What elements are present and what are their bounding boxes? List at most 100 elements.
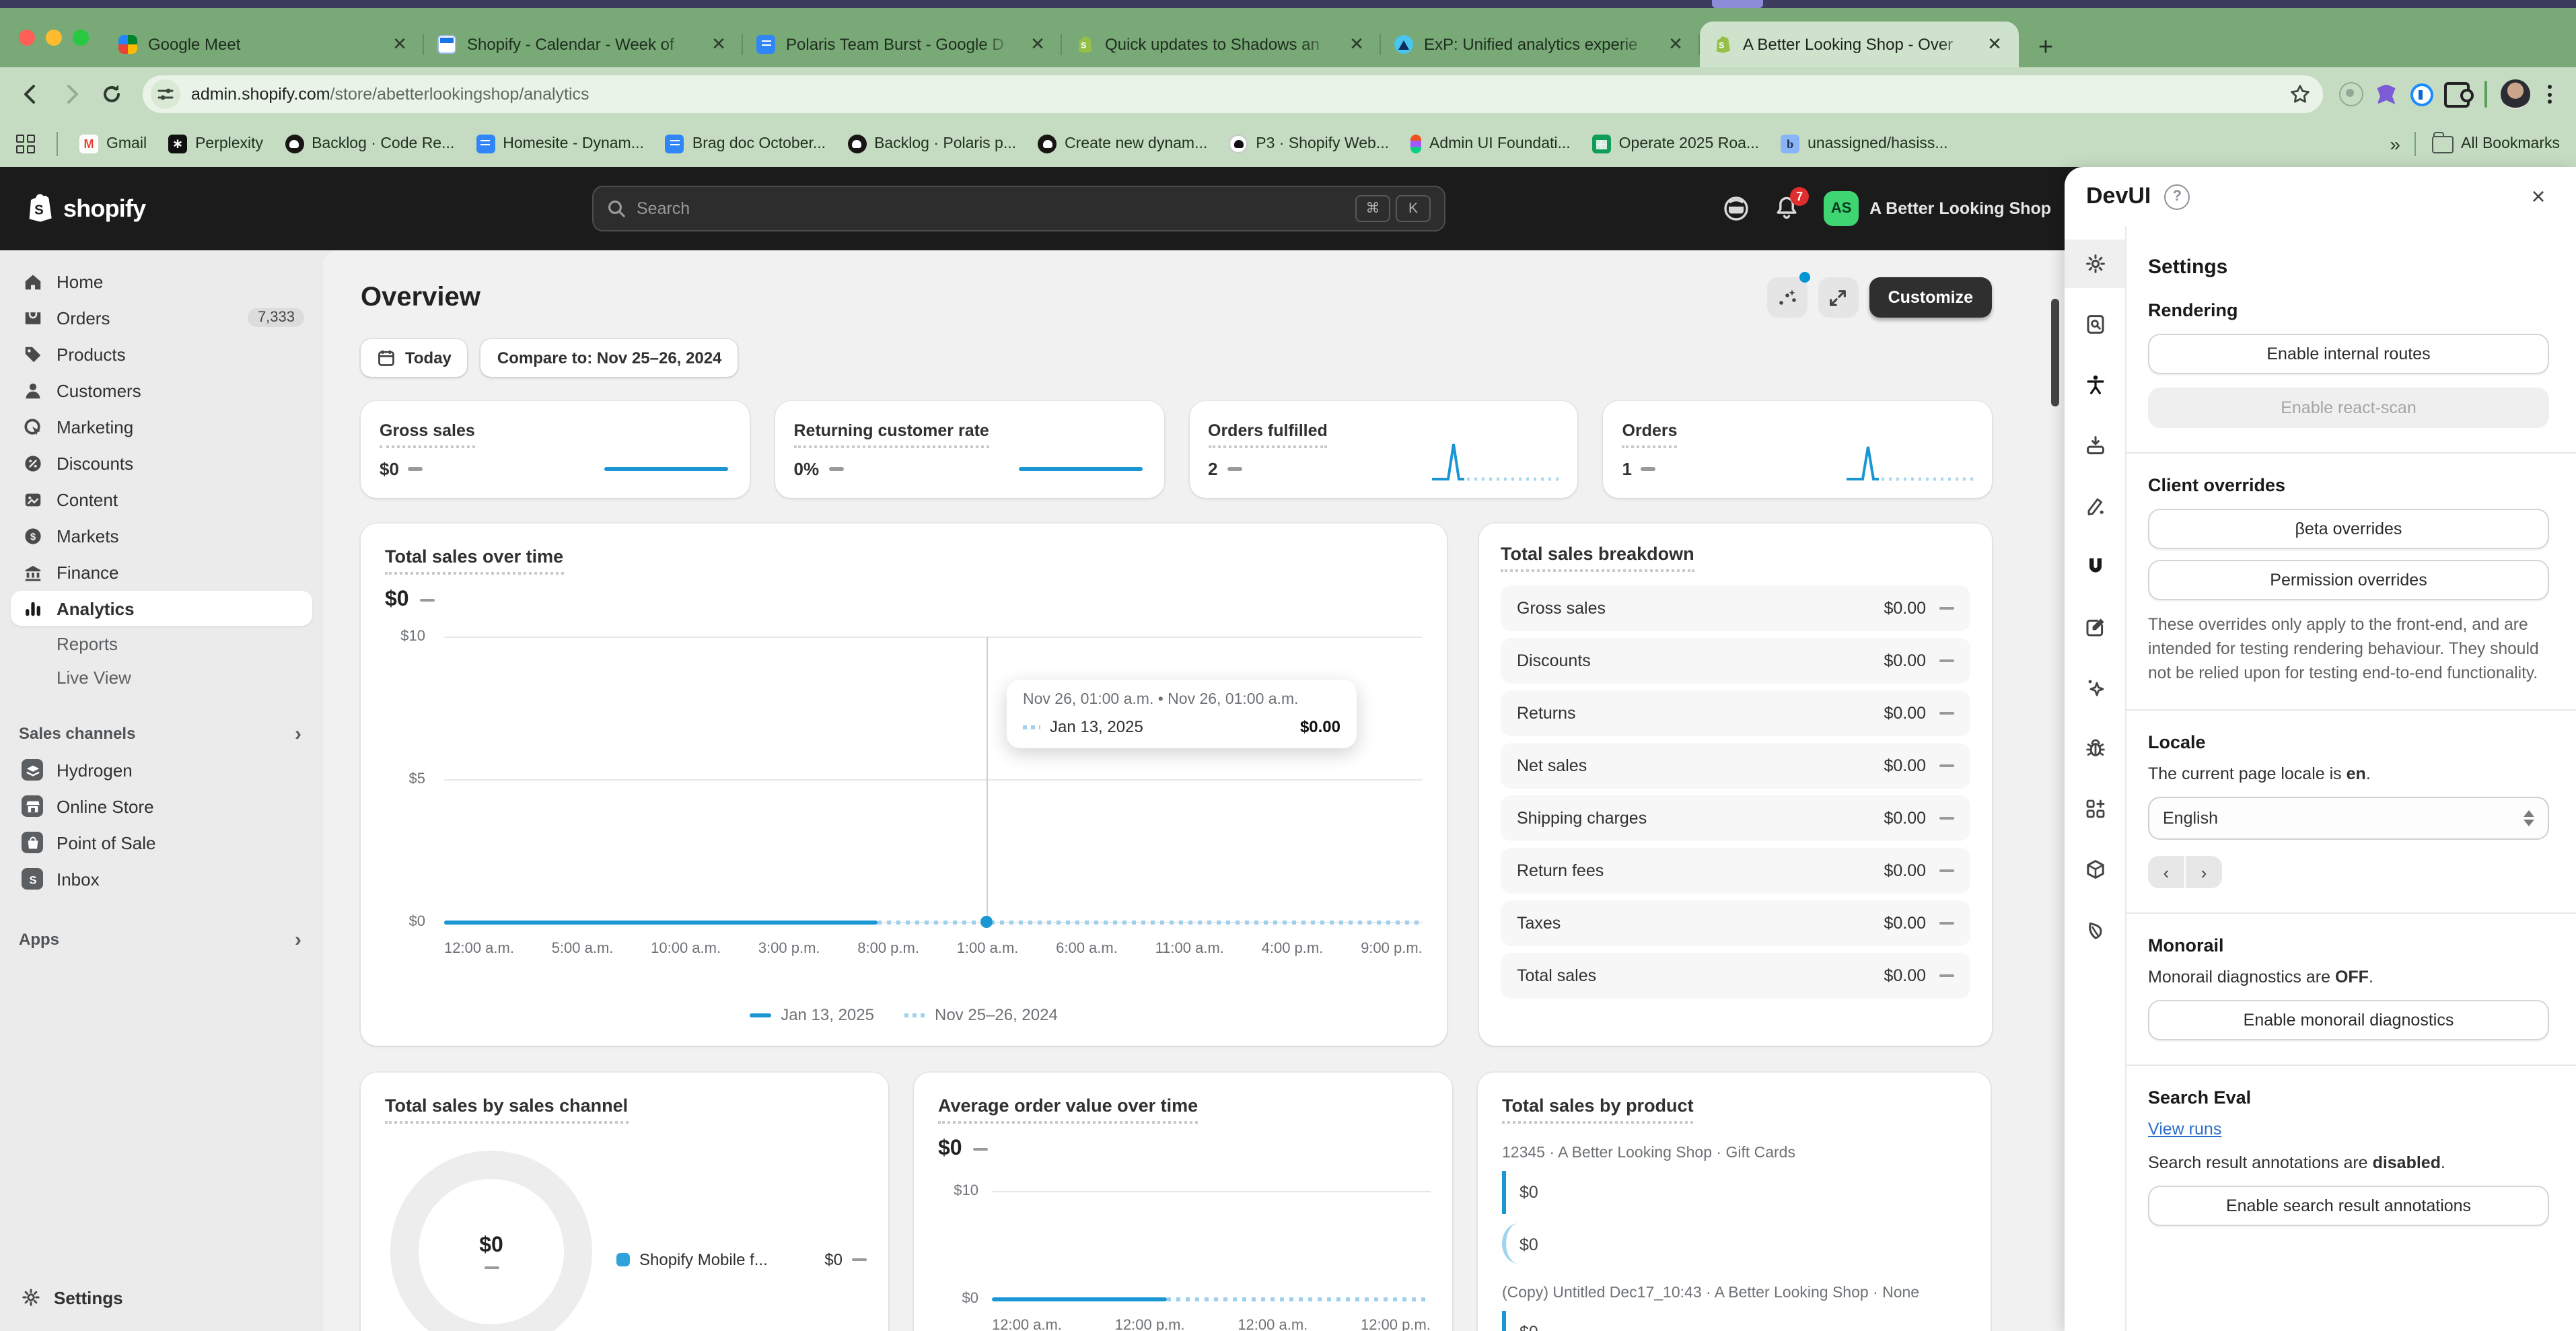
bookmark-homesite[interactable]: Homesite - Dynam... [476, 135, 644, 153]
sidebar-item-customers[interactable]: Customers [11, 373, 312, 408]
sidebar-item-discounts[interactable]: Discounts [11, 445, 312, 480]
forward-button[interactable] [54, 77, 89, 112]
devui-tab-package[interactable] [2065, 845, 2125, 894]
tab-google-meet[interactable]: Google Meet ✕ [105, 22, 424, 67]
sidebar-item-reports[interactable]: Reports [11, 627, 312, 661]
window-zoom-button[interactable] [73, 30, 89, 46]
sidebar-item-settings[interactable]: Settings [11, 1280, 312, 1315]
tab-exp-unified-analytics[interactable]: ExP: Unified analytics experie ✕ [1381, 22, 1700, 67]
new-tab-button[interactable]: + [2027, 30, 2065, 67]
bookmark-backlog-code[interactable]: Backlog · Code Re... [285, 135, 454, 153]
devui-tab-theme[interactable] [2065, 482, 2125, 530]
bookmark-gmail[interactable]: Gmail [79, 135, 147, 153]
site-settings-icon[interactable] [151, 79, 180, 109]
metric-card-orders[interactable]: Orders 1 [1604, 401, 1993, 498]
tab-close-icon[interactable]: ✕ [708, 34, 729, 55]
customize-button[interactable]: Customize [1869, 277, 1992, 318]
sidebar-item-live-view[interactable]: Live View [11, 661, 312, 694]
sidebar-item-products[interactable]: Products [11, 336, 312, 371]
devui-tab-sparkle[interactable] [2065, 663, 2125, 712]
tab-quick-updates-shadows[interactable]: S Quick updates to Shadows an ✕ [1062, 22, 1381, 67]
compare-button[interactable]: Compare to: Nov 25–26, 2024 [481, 339, 738, 377]
bookmark-admin-ui-foundations[interactable]: Admin UI Foundati... [1410, 135, 1571, 153]
page-scrollbar[interactable] [2051, 299, 2059, 406]
shopify-logo[interactable]: S shopify [24, 192, 145, 225]
locale-prev-button[interactable]: ‹ [2148, 857, 2186, 889]
extension-purple-icon[interactable] [2371, 79, 2401, 109]
enable-internal-routes-button[interactable]: Enable internal routes [2148, 334, 2549, 374]
breakdown-row[interactable]: Total sales$0.00 [1501, 953, 1970, 999]
enable-monorail-diagnostics-button[interactable]: Enable monorail diagnostics [2148, 1001, 2549, 1041]
sales-channels-header[interactable]: Sales channels [19, 716, 301, 751]
tab-a-better-looking-shop[interactable]: S A Better Looking Shop - Over ✕ [1700, 22, 2019, 67]
url-text[interactable]: admin.shopify.com/store/abetterlookingsh… [191, 85, 2285, 104]
sidebar-item-home[interactable]: Home [11, 264, 312, 299]
average-order-value-card[interactable]: Average order value over time $0 $10 $0 … [914, 1073, 1452, 1331]
breakdown-row[interactable]: Taxes$0.00 [1501, 900, 1970, 946]
bookmark-star-icon[interactable] [2285, 79, 2315, 109]
extension-radar-icon[interactable] [2336, 79, 2366, 109]
bookmark-brag-doc[interactable]: Brag doc October... [666, 135, 826, 153]
devui-tab-install[interactable] [2065, 421, 2125, 470]
profile-avatar[interactable] [2501, 79, 2530, 109]
all-bookmarks-button[interactable]: All Bookmarks [2431, 135, 2560, 153]
bookmark-p3-shopify-web[interactable]: P3 · Shopify Web... [1229, 135, 1389, 153]
devui-tab-bug[interactable] [2065, 724, 2125, 772]
bookmark-operate-2025[interactable]: Operate 2025 Roa... [1592, 135, 1759, 153]
sidebar-item-point-of-sale[interactable]: Point of Sale [11, 825, 312, 860]
sales-by-channel-card[interactable]: Total sales by sales channel $0 Shopify … [361, 1073, 888, 1331]
locale-select[interactable]: English [2148, 797, 2549, 840]
fullscreen-button[interactable] [1818, 277, 1859, 318]
sidebar-item-orders[interactable]: Orders 7,333 [11, 300, 312, 335]
bookmark-backlog-polaris[interactable]: Backlog · Polaris p... [847, 135, 1016, 153]
sidekick-icon[interactable] [1723, 195, 1750, 222]
devui-tab-magnet[interactable] [2065, 542, 2125, 591]
breakdown-row[interactable]: Net sales$0.00 [1501, 743, 1970, 789]
sidebar-item-marketing[interactable]: Marketing [11, 409, 312, 444]
metric-card-gross-sales[interactable]: Gross sales $0 [361, 401, 750, 498]
enable-search-result-annotations-button[interactable]: Enable search result annotations [2148, 1186, 2549, 1227]
apps-header[interactable]: Apps [19, 922, 301, 957]
help-icon[interactable]: ? [2164, 184, 2190, 209]
devui-tab-inspect[interactable] [2065, 300, 2125, 349]
tab-shopify-calendar[interactable]: Shopify - Calendar - Week of ✕ [424, 22, 743, 67]
extension-1password-icon[interactable] [2406, 79, 2436, 109]
apps-grid-icon[interactable] [16, 135, 35, 153]
bookmarks-overflow-chevron[interactable]: » [2390, 133, 2398, 155]
insights-button[interactable] [1767, 277, 1808, 318]
devui-tab-settings[interactable] [2065, 240, 2125, 288]
locale-next-button[interactable]: › [2186, 857, 2222, 889]
bookmark-create-new-dynam[interactable]: Create new dynam... [1038, 135, 1207, 153]
notifications-bell-icon[interactable]: 7 [1774, 195, 1799, 222]
tab-close-icon[interactable]: ✕ [1027, 34, 1048, 55]
breakdown-row[interactable]: Return fees$0.00 [1501, 848, 1970, 894]
reload-button[interactable] [94, 77, 129, 112]
bookmark-unassigned-hasiss[interactable]: unassigned/hasiss... [1781, 135, 1947, 153]
url-bar[interactable]: admin.shopify.com/store/abetterlookingsh… [143, 75, 2323, 113]
window-minimize-button[interactable] [46, 30, 62, 46]
devui-tab-leaf[interactable] [2065, 906, 2125, 954]
breakdown-row[interactable]: Gross sales$0.00 [1501, 585, 1970, 631]
sidebar-item-hydrogen[interactable]: Hydrogen [11, 752, 312, 787]
store-menu[interactable]: AS A Better Looking Shop [1824, 191, 2051, 226]
devui-tab-edit[interactable] [2065, 603, 2125, 651]
beta-overrides-button[interactable]: βeta overrides [2148, 509, 2549, 549]
sidebar-item-online-store[interactable]: Online Store [11, 789, 312, 824]
view-runs-link[interactable]: View runs [2148, 1120, 2221, 1139]
sidebar-item-inbox[interactable]: S Inbox [11, 861, 312, 896]
window-close-button[interactable] [19, 30, 35, 46]
total-sales-over-time-card[interactable]: Total sales over time $0 $10 $5 $0 [361, 524, 1447, 1046]
sidebar-item-content[interactable]: Content [11, 482, 312, 517]
permission-overrides-button[interactable]: Permission overrides [2148, 560, 2549, 600]
tab-polaris-team-burst[interactable]: Polaris Team Burst - Google D ✕ [743, 22, 1062, 67]
metric-card-orders-fulfilled[interactable]: Orders fulfilled 2 [1189, 401, 1578, 498]
bookmark-perplexity[interactable]: Perplexity [168, 135, 263, 153]
sales-by-product-card[interactable]: Total sales by product 12345 · A Better … [1478, 1073, 1991, 1331]
tab-close-icon[interactable]: ✕ [1665, 34, 1686, 55]
metric-card-returning-customer-rate[interactable]: Returning customer rate 0% [775, 401, 1164, 498]
date-range-button[interactable]: Today [361, 339, 468, 377]
total-sales-breakdown-card[interactable]: Total sales breakdown Gross sales$0.00 D… [1479, 524, 1992, 1046]
sidebar-item-finance[interactable]: Finance [11, 554, 312, 589]
sidebar-item-markets[interactable]: $ Markets [11, 518, 312, 553]
close-icon[interactable]: × [2522, 182, 2554, 211]
